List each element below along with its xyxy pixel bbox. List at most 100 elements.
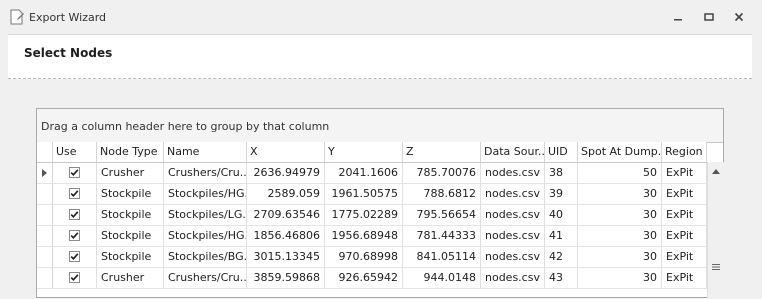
use-checkbox[interactable] — [69, 230, 80, 241]
cell-name[interactable]: Stockpiles/HG... — [164, 184, 247, 204]
column-header-z[interactable]: Z — [403, 142, 481, 162]
cell-name[interactable]: Crushers/Cru... — [164, 268, 247, 288]
table-row[interactable]: Stockpile Stockpiles/BG... 3015.13345 970.6… — [37, 247, 707, 268]
column-header-use[interactable]: Use — [53, 142, 97, 162]
cell-x[interactable]: 3859.59868 — [247, 268, 325, 288]
cell-region[interactable]: ExPit — [662, 205, 707, 225]
cell-region[interactable]: ExPit — [662, 268, 707, 288]
column-header-data-source[interactable]: Data Sour... — [481, 142, 545, 162]
table-row[interactable]: Crusher Crushers/Cru... 2636.94979 2041.160… — [37, 163, 707, 184]
cell-region[interactable]: ExPit — [662, 163, 707, 183]
row-indicator[interactable] — [37, 184, 53, 204]
use-checkbox-cell[interactable] — [53, 205, 97, 225]
cell-region[interactable]: ExPit — [662, 247, 707, 267]
use-checkbox-cell[interactable] — [53, 268, 97, 288]
checkmark-icon — [70, 190, 79, 197]
table-row[interactable]: Stockpile Stockpiles/HG... 1856.46806 1956.… — [37, 226, 707, 247]
restore-button[interactable] — [697, 7, 721, 27]
table-row[interactable]: Stockpile Stockpiles/LG... 2709.63546 1775.… — [37, 205, 707, 226]
cell-spot-at-dump[interactable]: 30 — [578, 247, 662, 267]
row-indicator[interactable] — [37, 163, 53, 183]
cell-uid[interactable]: 42 — [545, 247, 578, 267]
cell-y[interactable]: 1775.02289 — [325, 205, 403, 225]
minimize-button[interactable] — [666, 7, 690, 27]
use-checkbox-cell[interactable] — [53, 226, 97, 246]
row-indicator[interactable] — [37, 247, 53, 267]
cell-x[interactable]: 2589.059 — [247, 184, 325, 204]
cell-y[interactable]: 2041.1606 — [325, 163, 403, 183]
cell-spot-at-dump[interactable]: 50 — [578, 163, 662, 183]
cell-z[interactable]: 788.6812 — [403, 184, 481, 204]
cell-y[interactable]: 970.68998 — [325, 247, 403, 267]
document-edit-icon — [10, 9, 24, 25]
cell-z[interactable]: 841.05114 — [403, 247, 481, 267]
cell-uid[interactable]: 38 — [545, 163, 578, 183]
cell-uid[interactable]: 39 — [545, 184, 578, 204]
cell-name[interactable]: Stockpiles/HG... — [164, 226, 247, 246]
use-checkbox[interactable] — [69, 188, 80, 199]
column-header-name[interactable]: Name — [164, 142, 247, 162]
use-checkbox-cell[interactable] — [53, 163, 97, 183]
cell-y[interactable]: 1961.50575 — [325, 184, 403, 204]
group-by-panel[interactable]: Drag a column header here to group by th… — [37, 109, 723, 143]
table-row[interactable]: Stockpile Stockpiles/HG... 2589.059 1961.50… — [37, 184, 707, 205]
cell-region[interactable]: ExPit — [662, 184, 707, 204]
cell-name[interactable]: Crushers/Cru... — [164, 163, 247, 183]
use-checkbox[interactable] — [69, 272, 80, 283]
cell-z[interactable]: 795.56654 — [403, 205, 481, 225]
cell-x[interactable]: 2709.63546 — [247, 205, 325, 225]
cell-x[interactable]: 1856.46806 — [247, 226, 325, 246]
cell-spot-at-dump[interactable]: 30 — [578, 184, 662, 204]
column-header-y[interactable]: Y — [325, 142, 403, 162]
cell-spot-at-dump[interactable]: 30 — [578, 268, 662, 288]
cell-z[interactable]: 944.0148 — [403, 268, 481, 288]
cell-uid[interactable]: 43 — [545, 268, 578, 288]
row-indicator[interactable] — [37, 205, 53, 225]
vertical-scrollbar[interactable] — [707, 162, 724, 299]
use-checkbox-cell[interactable] — [53, 247, 97, 267]
cell-data-source[interactable]: nodes.csv — [481, 184, 545, 204]
cell-node-type[interactable]: Stockpile — [97, 184, 164, 204]
table-row[interactable]: Crusher Crushers/Cru... 3859.59868 926.6594… — [37, 268, 707, 289]
use-checkbox-cell[interactable] — [53, 184, 97, 204]
cell-z[interactable]: 781.44333 — [403, 226, 481, 246]
cell-node-type[interactable]: Crusher — [97, 163, 164, 183]
cell-data-source[interactable]: nodes.csv — [481, 163, 545, 183]
cell-data-source[interactable]: nodes.csv — [481, 226, 545, 246]
column-header-x[interactable]: X — [247, 142, 325, 162]
cell-node-type[interactable]: Stockpile — [97, 247, 164, 267]
cell-node-type[interactable]: Stockpile — [97, 226, 164, 246]
cell-x[interactable]: 3015.13345 — [247, 247, 325, 267]
checkmark-icon — [70, 274, 79, 281]
column-header-region[interactable]: Region — [662, 142, 707, 162]
cell-uid[interactable]: 40 — [545, 205, 578, 225]
close-button[interactable] — [727, 7, 751, 27]
cell-y[interactable]: 1956.68948 — [325, 226, 403, 246]
column-header-spot-at-dump[interactable]: Spot At Dump... — [578, 142, 662, 162]
cell-data-source[interactable]: nodes.csv — [481, 268, 545, 288]
cell-region[interactable]: ExPit — [662, 226, 707, 246]
cell-spot-at-dump[interactable]: 30 — [578, 226, 662, 246]
cell-data-source[interactable]: nodes.csv — [481, 205, 545, 225]
use-checkbox[interactable] — [69, 167, 80, 178]
scroll-up-arrow-icon[interactable] — [711, 167, 721, 175]
cell-name[interactable]: Stockpiles/LG... — [164, 205, 247, 225]
column-header-node-type[interactable]: Node Type — [97, 142, 164, 162]
cell-node-type[interactable]: Stockpile — [97, 205, 164, 225]
window-title: Export Wizard — [29, 11, 107, 24]
cell-uid[interactable]: 41 — [545, 226, 578, 246]
cell-name[interactable]: Stockpiles/BG... — [164, 247, 247, 267]
use-checkbox[interactable] — [69, 251, 80, 262]
cell-x[interactable]: 2636.94979 — [247, 163, 325, 183]
cell-z[interactable]: 785.70076 — [403, 163, 481, 183]
row-indicator[interactable] — [37, 226, 53, 246]
row-indicator[interactable] — [37, 268, 53, 288]
scroll-thumb-grip-icon[interactable] — [711, 263, 721, 271]
use-checkbox[interactable] — [69, 209, 80, 220]
cell-node-type[interactable]: Crusher — [97, 268, 164, 288]
cell-spot-at-dump[interactable]: 30 — [578, 205, 662, 225]
cell-y[interactable]: 926.65942 — [325, 268, 403, 288]
title-bar: Export Wizard — [0, 0, 762, 34]
column-header-uid[interactable]: UID — [545, 142, 578, 162]
cell-data-source[interactable]: nodes.csv — [481, 247, 545, 267]
